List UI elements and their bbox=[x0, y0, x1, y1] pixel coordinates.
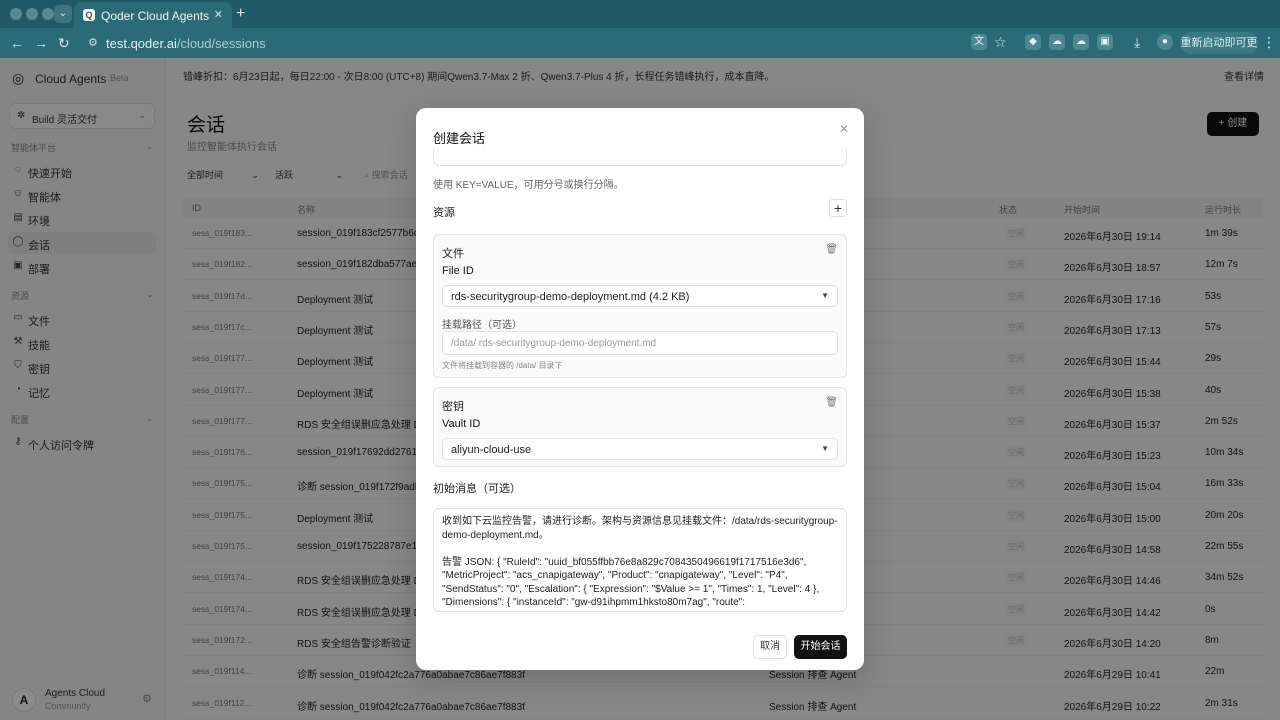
add-resource-button[interactable]: + bbox=[829, 199, 847, 217]
mount-path-label: 挂载路径（可选） bbox=[442, 320, 522, 331]
initial-message-label: 初始消息（可选） bbox=[433, 483, 521, 495]
tab-list-chevron-icon[interactable]: ⌄ bbox=[54, 5, 72, 23]
cancel-button[interactable]: 取消 bbox=[753, 635, 787, 659]
url-field[interactable]: ⚙ test.qoder.ai/cloud/sessions bbox=[84, 32, 960, 54]
bookmark-star-icon[interactable]: ☆ bbox=[994, 34, 1007, 51]
file-resource-card: 文件 🗑 File ID rds-securitygroup-demo-depl… bbox=[433, 234, 847, 378]
reload-icon[interactable]: ↻ bbox=[58, 35, 70, 52]
secret-card-title: 密钥 bbox=[442, 401, 464, 413]
vault-id-value: aliyun-cloud-use bbox=[451, 444, 532, 456]
vault-id-select[interactable]: aliyun-cloud-use ▼ bbox=[442, 438, 838, 460]
extension-icon[interactable]: ☁ bbox=[1049, 34, 1065, 50]
trash-icon[interactable]: 🗑 bbox=[825, 397, 838, 408]
dialog-title: 创建会话 bbox=[433, 131, 486, 146]
address-bar-row: ← → ↻ ⚙ test.qoder.ai/cloud/sessions 文 ☆… bbox=[0, 28, 1280, 71]
secret-resource-card: 密钥 🗑 Vault ID aliyun-cloud-use ▼ bbox=[433, 387, 847, 467]
forward-arrow-icon[interactable]: → bbox=[34, 35, 48, 51]
file-id-value: rds-securitygroup-demo-deployment.md (4.… bbox=[451, 291, 690, 303]
env-vars-hint: 使用 KEY=VALUE，可用分号或换行分隔。 bbox=[433, 180, 624, 191]
new-tab-icon[interactable]: + bbox=[236, 5, 245, 23]
restart-update-button[interactable]: 重新启动即可更新 bbox=[1180, 32, 1258, 71]
translate-icon[interactable]: 文 bbox=[971, 34, 987, 50]
initial-message-textarea[interactable]: 收到如下云监控告警，请进行诊断。架构与资源信息见挂载文件：/data/rds-s… bbox=[433, 508, 847, 612]
window-zoom-button[interactable] bbox=[42, 8, 54, 20]
window-minimize-button[interactable] bbox=[26, 8, 38, 20]
qoder-favicon-icon: Q bbox=[83, 9, 95, 21]
start-session-button[interactable]: 开始会话 bbox=[794, 635, 847, 659]
profile-avatar-icon[interactable]: ● bbox=[1157, 34, 1173, 50]
env-vars-textarea[interactable] bbox=[433, 148, 847, 166]
file-id-label: File ID bbox=[442, 265, 474, 277]
vault-id-label: Vault ID bbox=[442, 418, 481, 430]
browser-tab-bar: ⌄ Q Qoder Cloud Agents ✕ + bbox=[0, 0, 1280, 28]
resources-label: 资源 bbox=[433, 207, 455, 219]
browser-tab[interactable]: Q Qoder Cloud Agents ✕ bbox=[74, 2, 232, 28]
window-close-button[interactable] bbox=[10, 8, 22, 20]
tab-close-icon[interactable]: ✕ bbox=[214, 8, 223, 21]
close-icon[interactable]: ✕ bbox=[839, 122, 849, 136]
tab-title: Qoder Cloud Agents bbox=[101, 9, 210, 23]
mount-path-input[interactable]: /data/ rds-securitygroup-demo-deployment… bbox=[442, 331, 838, 355]
file-id-select[interactable]: rds-securitygroup-demo-deployment.md (4.… bbox=[442, 285, 838, 307]
trash-icon[interactable]: 🗑 bbox=[825, 244, 838, 255]
mount-path-note: 文件将挂载到容器的 /data/ 目录下 bbox=[442, 361, 563, 370]
site-info-icon[interactable]: ⚙ bbox=[88, 36, 98, 49]
chevron-down-icon: ▼ bbox=[821, 291, 829, 300]
url-path: /cloud/sessions bbox=[176, 36, 266, 51]
initial-message-text: 收到如下云监控告警，请进行诊断。架构与资源信息见挂载文件：/data/rds-s… bbox=[442, 516, 838, 608]
mount-path-placeholder: /data/ rds-securitygroup-demo-deployment… bbox=[451, 338, 657, 349]
menu-more-icon[interactable]: ⋮ bbox=[1262, 34, 1276, 51]
file-card-title: 文件 bbox=[442, 248, 464, 260]
url-host: test.qoder.ai bbox=[106, 36, 177, 51]
create-session-dialog: 创建会话 ✕ 使用 KEY=VALUE，可用分号或换行分隔。 资源 + 文件 🗑… bbox=[416, 108, 864, 670]
download-icon[interactable]: ⤓ bbox=[1134, 34, 1140, 51]
extension-icon[interactable]: ☁ bbox=[1073, 34, 1089, 50]
back-arrow-icon[interactable]: ← bbox=[10, 35, 24, 51]
extension-icon[interactable]: ◆ bbox=[1025, 34, 1041, 50]
extensions-puzzle-icon[interactable]: ▣ bbox=[1097, 34, 1113, 50]
chevron-down-icon: ▼ bbox=[821, 444, 829, 453]
